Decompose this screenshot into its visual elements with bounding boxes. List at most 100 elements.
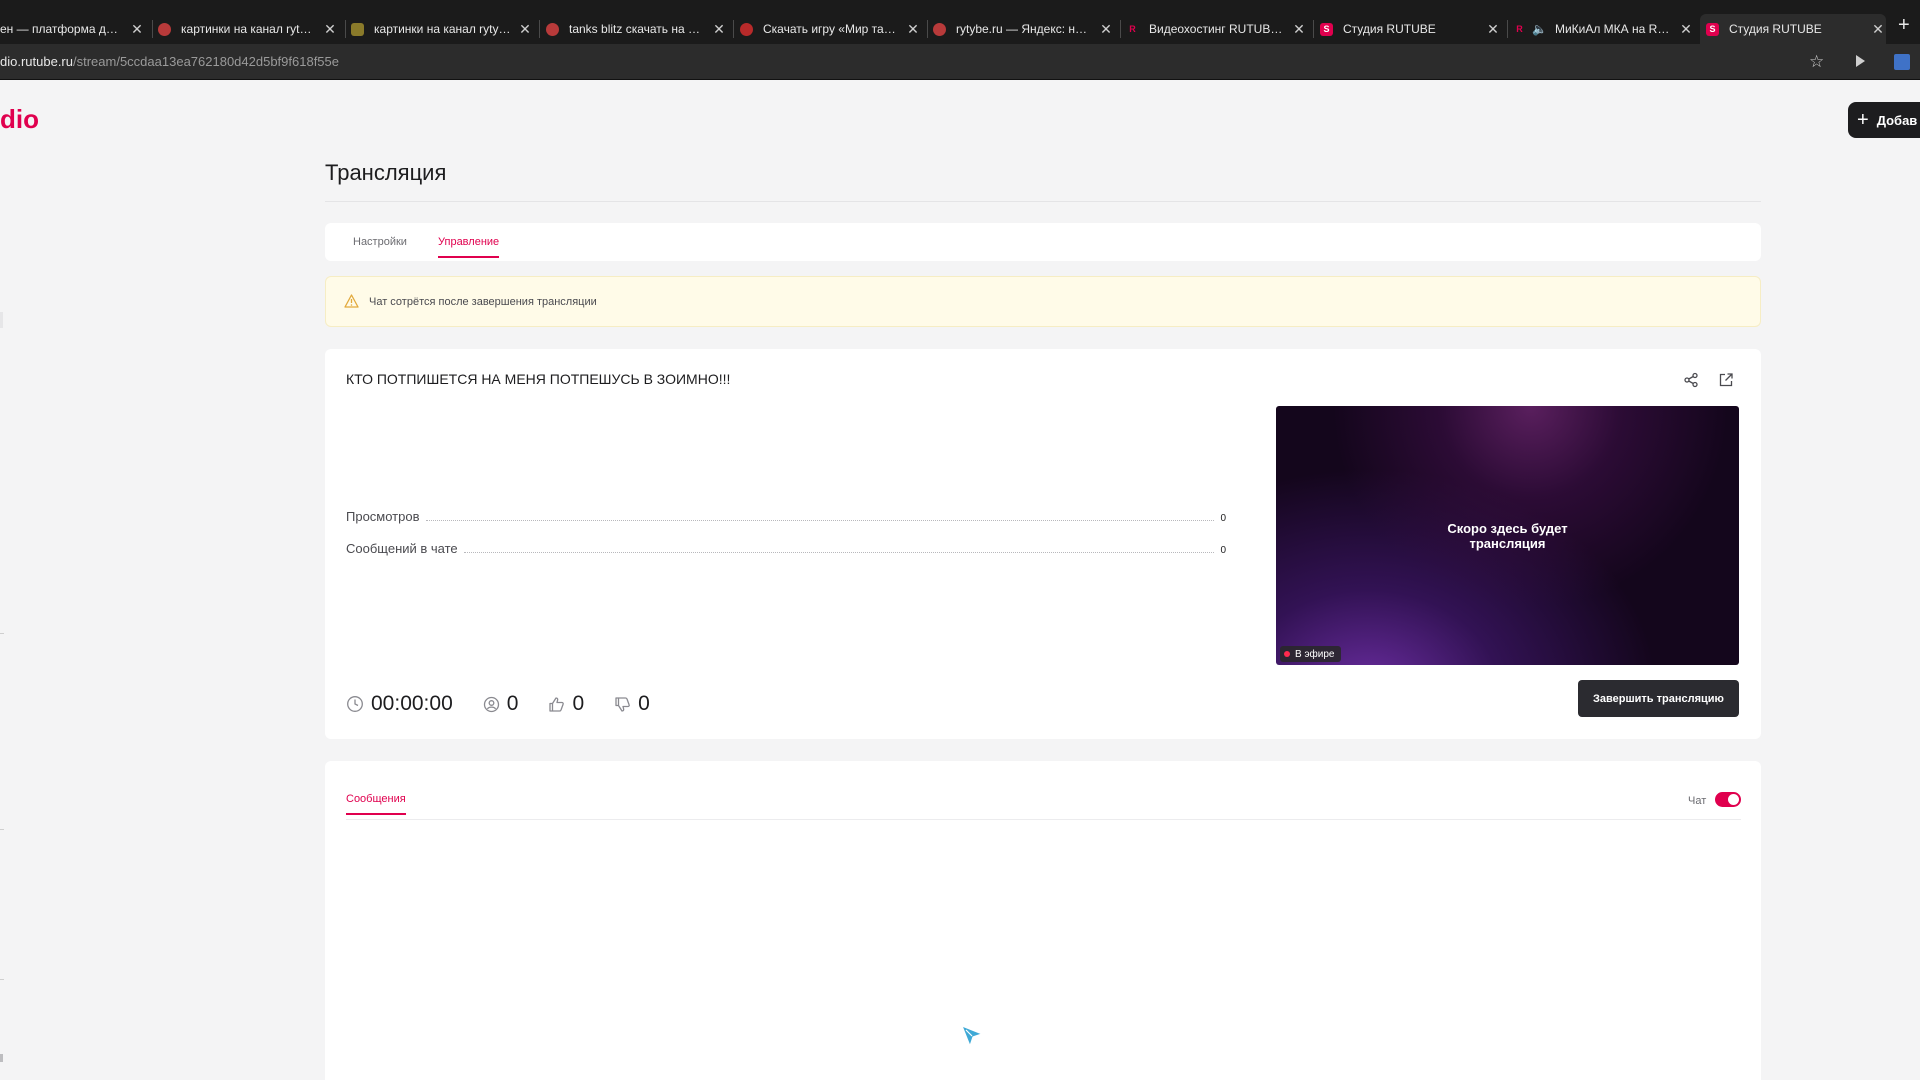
viewer-icon (483, 696, 499, 712)
viewers-metric: 0 (483, 692, 518, 716)
browser-tab[interactable]: картинки на канал rytype: 1 ✕ (351, 14, 533, 44)
tab-title: tanks blitz скачать на пк — Я (569, 22, 705, 36)
tab-title: Скачать игру «Мир танков» (763, 22, 899, 36)
stream-metrics: 00:00:00 0 0 0 (346, 691, 680, 717)
tab-separator (733, 20, 734, 38)
studio-favicon-icon: S (1706, 22, 1719, 36)
tab-separator (345, 20, 346, 38)
dislikes-value: 0 (638, 692, 650, 715)
plus-icon: + (1857, 109, 1869, 131)
stat-chat-messages: Сообщений в чате 0 (346, 540, 1226, 556)
sidebar-edge-mark (0, 829, 4, 830)
likes-value: 0 (572, 692, 585, 715)
preview-placeholder: Скоро здесь будет трансляция (1276, 521, 1739, 551)
stat-label: Просмотров (346, 509, 420, 524)
browser-tab[interactable]: R 🔈 МиКиАл МКА на RUTUB ✕ (1513, 14, 1694, 44)
preview-text-line: трансляция (1469, 536, 1546, 551)
mouse-cursor-icon (961, 1025, 983, 1047)
stream-card: КТО ПОТПИШЕТСЯ НА МЕНЯ ПОТПЕШУСЬ В ЗОИМН… (325, 349, 1761, 739)
extension-icon[interactable] (1894, 54, 1910, 70)
sidebar-edge-mark (0, 312, 3, 328)
url-text[interactable]: dio.rutube.ru/stream/5ccdaa13ea762180d42… (0, 54, 339, 69)
tab-title: rytybe.ru — Яндекс: нашлос (956, 22, 1092, 36)
browser-tab-bar: ен — платформа для про ✕ картинки на кан… (0, 0, 1920, 44)
tab-title: Студия RUTUBE (1729, 22, 1822, 36)
live-badge-text: В эфире (1295, 648, 1335, 660)
thumbs-down-icon (615, 696, 630, 712)
live-badge: В эфире (1280, 646, 1341, 662)
rutube-favicon-icon: R (1126, 22, 1139, 36)
favicon-icon (740, 22, 753, 36)
close-icon[interactable]: ✕ (1485, 21, 1501, 38)
duration-value: 00:00:00 (371, 692, 453, 715)
extension-play-icon[interactable] (1856, 55, 1865, 67)
tab-settings[interactable]: Настройки (353, 236, 407, 256)
url-path: /stream/5ccdaa13ea762180d42d5bf9f618f55e (73, 54, 339, 69)
chat-warning-alert: Чат сотрётся после завершения трансляции (325, 276, 1761, 327)
favicon-icon (158, 22, 171, 36)
dotted-leader (425, 520, 1215, 521)
bookmark-star-icon[interactable]: ☆ (1809, 52, 1824, 72)
chat-toggle[interactable] (1715, 792, 1741, 807)
tab-title: Видеохостинг RUTUBE. Смот (1149, 22, 1285, 36)
add-button-label: Добав (1876, 112, 1918, 128)
chat-toggle-label: Чат (1688, 795, 1707, 807)
page-tabs: Настройки Управление (325, 223, 1761, 261)
chat-card: Сообщения Чат (325, 761, 1761, 1080)
browser-tab[interactable]: Скачать игру «Мир танков» ✕ (740, 14, 921, 44)
tab-title: картинки на канал rytype: 1 (374, 22, 511, 36)
tab-separator (1120, 20, 1121, 38)
tab-separator (539, 20, 540, 38)
tab-separator (152, 20, 153, 38)
browser-tab[interactable]: картинки на канал rytype — ✕ (158, 14, 338, 44)
stream-preview[interactable]: Скоро здесь будет трансляция В эфире (1276, 406, 1739, 665)
close-icon[interactable]: ✕ (1678, 21, 1694, 38)
close-icon[interactable]: ✕ (711, 21, 727, 38)
tab-separator (1507, 20, 1508, 38)
browser-tab[interactable]: S Студия RUTUBE ✕ (1320, 14, 1501, 44)
address-bar[interactable]: dio.rutube.ru/stream/5ccdaa13ea762180d42… (0, 44, 1920, 80)
browser-tab[interactable]: R Видеохостинг RUTUBE. Смот ✕ (1126, 14, 1307, 44)
favicon-icon (933, 22, 946, 36)
tab-separator (1313, 20, 1314, 38)
close-icon[interactable]: ✕ (1291, 21, 1307, 38)
speaker-icon[interactable]: 🔈 (1532, 22, 1547, 36)
studio-logo[interactable]: dio (0, 104, 39, 135)
likes-metric: 0 (548, 692, 584, 716)
sidebar-edge-mark (0, 979, 4, 980)
page-title: Трансляция (325, 160, 447, 185)
browser-tab[interactable]: tanks blitz скачать на пк — Я ✕ (546, 14, 727, 44)
sidebar-edge-mark (0, 633, 4, 634)
browser-tab[interactable]: rytybe.ru — Яндекс: нашлос ✕ (933, 14, 1114, 44)
divider (346, 819, 1741, 820)
close-icon[interactable]: ✕ (1098, 21, 1114, 38)
close-icon[interactable]: ✕ (322, 21, 338, 38)
tab-management[interactable]: Управление (438, 236, 500, 258)
new-tab-button[interactable]: + (1898, 14, 1910, 37)
live-dot-icon (1284, 651, 1290, 657)
clock-icon (347, 696, 363, 712)
tab-separator (927, 20, 928, 38)
tab-title: картинки на канал rytype — (181, 22, 316, 36)
divider (325, 201, 1761, 202)
close-icon[interactable]: ✕ (1870, 21, 1886, 38)
browser-tab[interactable]: ен — платформа для про ✕ (0, 14, 145, 44)
rutube-favicon-icon: R (1513, 22, 1526, 36)
alert-text: Чат сотрётся после завершения трансляции (369, 296, 597, 308)
share-icon[interactable] (1683, 372, 1699, 388)
open-external-icon[interactable] (1718, 372, 1734, 388)
end-stream-button[interactable]: Завершить трансляцию (1578, 680, 1739, 717)
stat-value: 0 (1220, 545, 1226, 556)
favicon-icon (546, 22, 559, 36)
tab-messages[interactable]: Сообщения (346, 793, 406, 815)
close-icon[interactable]: ✕ (517, 21, 533, 38)
close-icon[interactable]: ✕ (129, 21, 145, 38)
studio-favicon-icon: S (1320, 22, 1333, 36)
close-icon[interactable]: ✕ (905, 21, 921, 38)
add-button[interactable]: + Добав (1848, 102, 1920, 138)
tab-title: ен — платформа для про (0, 22, 123, 36)
tab-title: Студия RUTUBE (1343, 22, 1436, 36)
preview-text-line: Скоро здесь будет (1447, 521, 1568, 536)
stat-value: 0 (1220, 513, 1226, 524)
browser-tab-active[interactable]: S Студия RUTUBE ✕ (1700, 14, 1886, 44)
